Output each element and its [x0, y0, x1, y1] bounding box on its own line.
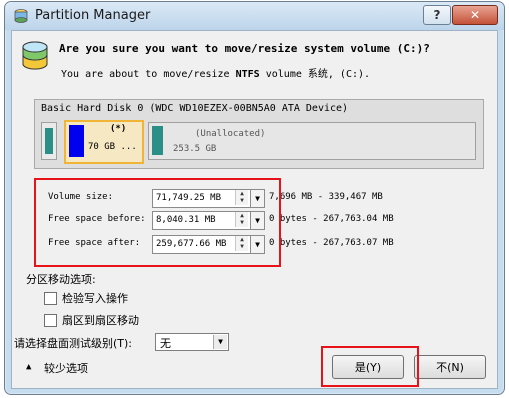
move-options-title: 分区移动选项:: [26, 273, 96, 286]
test-level-label: 请选择盘面测试级别(T):: [14, 337, 133, 350]
collapse-arrow-icon[interactable]: ▲: [26, 362, 31, 372]
less-options-link[interactable]: 较少选项: [44, 360, 88, 376]
sector-move-checkbox[interactable]: [44, 314, 57, 327]
dialog-body: Are you sure you want to move/resize sys…: [11, 30, 498, 389]
unallocated-bar: [152, 126, 163, 155]
partition-c-size: 70 GB ...: [88, 142, 137, 152]
unallocated-label: (Unallocated): [195, 129, 266, 139]
free-after-range: 0 bytes - 267,763.07 MB: [269, 238, 394, 248]
help-icon: ?: [433, 8, 441, 22]
partition-c-label: (*): [110, 124, 127, 134]
free-before-range: 0 bytes - 267,763.04 MB: [269, 214, 394, 224]
confirm-question: Are you sure you want to move/resize sys…: [59, 42, 430, 55]
test-level-value: 无: [160, 337, 171, 350]
verify-write-checkbox[interactable]: [44, 292, 57, 305]
partition-c-usage-bar: [69, 125, 84, 157]
unallocated-partition[interactable]: (Unallocated) 253.5 GB: [148, 122, 476, 160]
description-suffix: volume 系统, (C:).: [265, 69, 371, 80]
close-icon: ✕: [469, 8, 481, 22]
volume-size-range: 7,696 MB - 339,467 MB: [269, 192, 383, 202]
sector-move-label: 扇区到扇区移动: [62, 314, 139, 327]
highlight-box-fields: [34, 178, 281, 267]
help-button[interactable]: ?: [423, 5, 451, 25]
description-prefix: You are about to move/resize: [61, 69, 230, 80]
partition-manager-window: Partition Manager ? ✕ Are you sure you w…: [4, 1, 505, 395]
no-button-label: 不(N): [436, 361, 464, 374]
disk-header: Basic Hard Disk 0 (WDC WD10EZEX-00BN5A0 …: [41, 103, 349, 114]
verify-write-label: 检验写入操作: [62, 292, 128, 305]
system-reserved-partition[interactable]: [41, 122, 57, 160]
partition-c[interactable]: (*) 70 GB ...: [64, 120, 144, 164]
window-title: Partition Manager: [35, 8, 151, 23]
disk-question-icon: [22, 41, 48, 70]
move-description: You are about to move/resize NTFS volume…: [61, 65, 370, 80]
close-button[interactable]: ✕: [452, 5, 498, 25]
partition-manager-icon: [14, 9, 28, 23]
title-bar: Partition Manager ? ✕: [5, 2, 504, 30]
no-button[interactable]: 不(N): [414, 355, 486, 379]
chevron-down-icon: ▼: [213, 335, 227, 349]
test-level-select[interactable]: 无 ▼: [155, 333, 229, 351]
disk-map: Basic Hard Disk 0 (WDC WD10EZEX-00BN5A0 …: [34, 99, 484, 169]
filesystem-label: NTFS: [235, 69, 260, 80]
partition-bar: [45, 128, 53, 154]
unallocated-size: 253.5 GB: [173, 144, 217, 154]
highlight-box-yes: [321, 346, 419, 387]
